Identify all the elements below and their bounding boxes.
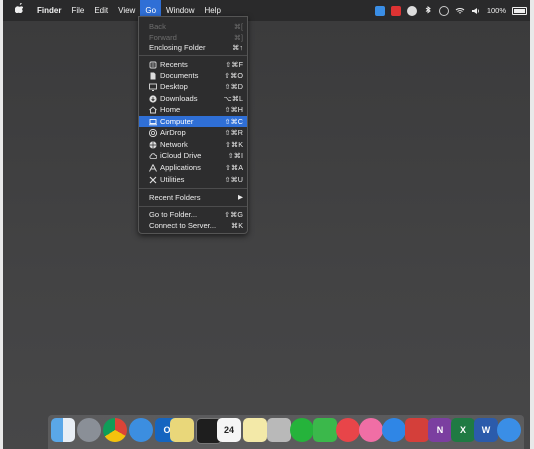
launchpad-icon[interactable]	[77, 418, 101, 442]
menu-item-recents[interactable]: Recents ⇧⌘F	[139, 59, 247, 70]
recents-icon	[149, 61, 157, 69]
screen: Finder File Edit View Go Window Help 100…	[0, 0, 534, 449]
menu-item-downloads[interactable]: Downloads ⌥⌘L	[139, 93, 247, 104]
edit-menu[interactable]: Edit	[89, 0, 113, 21]
apple-menu[interactable]	[3, 0, 32, 21]
news-icon[interactable]	[336, 418, 360, 442]
menu-item-connect-to-server[interactable]: Connect to Server... ⌘K	[139, 220, 247, 231]
word-icon[interactable]: W	[474, 418, 498, 442]
battery-icon[interactable]	[512, 6, 527, 15]
wifi-icon[interactable]	[455, 6, 465, 16]
menu-separator	[139, 188, 247, 189]
menu-item-applications[interactable]: Applications ⇧⌘A	[139, 162, 247, 173]
documents-icon	[150, 72, 156, 80]
status-area: 100%	[374, 0, 527, 21]
onenote-icon[interactable]: N	[428, 418, 452, 442]
stickies-icon[interactable]	[243, 418, 267, 442]
finder-icon[interactable]	[51, 418, 75, 442]
excel-icon[interactable]: X	[451, 418, 475, 442]
submenu-arrow-icon: ▶	[238, 194, 243, 201]
notes-icon[interactable]	[170, 418, 194, 442]
dock: O 24 N X W	[48, 415, 524, 449]
itunes-icon[interactable]	[359, 418, 383, 442]
menu-item-desktop[interactable]: Desktop ⇧⌘D	[139, 81, 247, 92]
volume-icon[interactable]	[471, 6, 481, 16]
utilities-icon	[149, 176, 157, 184]
app-name-menu[interactable]: Finder	[32, 0, 66, 21]
desktop[interactable]	[3, 21, 530, 449]
menu-item-back[interactable]: Back ⌘[	[139, 21, 247, 32]
preview-icon[interactable]	[267, 418, 291, 442]
menu-item-home[interactable]: Home ⇧⌘H	[139, 104, 247, 115]
malwarebytes-icon[interactable]	[406, 5, 417, 16]
battery-percentage: 100%	[486, 6, 506, 15]
downloads-icon	[149, 95, 157, 103]
app-store-icon[interactable]	[382, 418, 406, 442]
frame-right	[530, 0, 534, 449]
shield-icon[interactable]	[390, 5, 401, 16]
facetime-icon[interactable]	[313, 418, 337, 442]
menu-separator	[139, 206, 247, 207]
desktop-icon	[149, 83, 157, 91]
menu-item-computer[interactable]: Computer ⇧⌘C	[139, 116, 247, 127]
menu-item-utilities[interactable]: Utilities ⇧⌘U	[139, 174, 247, 185]
frame-left	[0, 0, 3, 449]
menu-item-documents[interactable]: Documents ⇧⌘O	[139, 70, 247, 81]
go-dropdown-menu: Back ⌘[ Forward ⌘] Enclosing Folder ⌘↑ R…	[138, 16, 248, 234]
menu-bar: Finder File Edit View Go Window Help 100…	[3, 0, 530, 21]
applications-icon	[149, 164, 157, 172]
menu-item-airdrop[interactable]: AirDrop ⇧⌘R	[139, 127, 247, 138]
file-menu[interactable]: File	[66, 0, 89, 21]
home-icon	[149, 106, 157, 114]
calendar-icon[interactable]: 24	[217, 418, 241, 442]
menu-separator	[139, 55, 247, 56]
menu-item-icloud-drive[interactable]: iCloud Drive ⇧⌘I	[139, 150, 247, 161]
bluetooth-icon[interactable]	[423, 5, 433, 16]
cloud-status-icon[interactable]	[374, 5, 385, 16]
menu-item-go-to-folder[interactable]: Go to Folder... ⇧⌘G	[139, 209, 247, 220]
icloud-icon	[149, 153, 157, 159]
view-menu[interactable]: View	[113, 0, 140, 21]
menu-item-network[interactable]: Network ⇧⌘K	[139, 139, 247, 150]
photo-booth-icon[interactable]	[405, 418, 429, 442]
airdrop-icon	[149, 129, 157, 137]
icloud-icon[interactable]	[497, 418, 521, 442]
safari-icon[interactable]	[129, 418, 153, 442]
computer-icon	[149, 119, 157, 126]
whatsapp-icon[interactable]	[290, 418, 314, 442]
menu-item-enclosing-folder[interactable]: Enclosing Folder ⌘↑	[139, 42, 247, 53]
sync-icon[interactable]	[438, 5, 449, 16]
menu-item-recent-folders[interactable]: Recent Folders ▶	[139, 192, 247, 203]
apple-icon	[14, 2, 24, 14]
network-icon	[149, 141, 157, 149]
calendar-day: 24	[223, 425, 234, 435]
chrome-icon[interactable]	[103, 418, 127, 442]
